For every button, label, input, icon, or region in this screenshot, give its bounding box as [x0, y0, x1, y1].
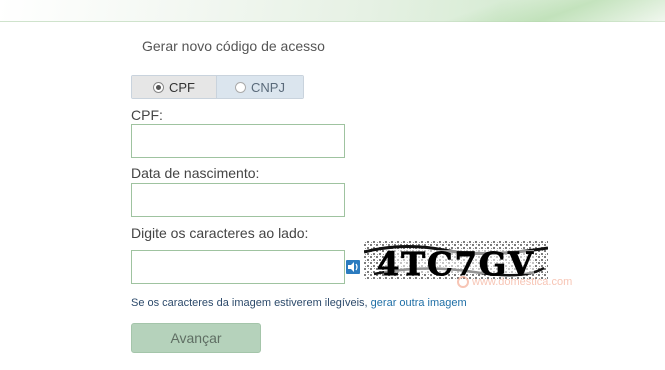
captcha-label: Digite os caracteres ao lado: — [131, 225, 309, 241]
page-title: Gerar novo código de acesso — [142, 38, 325, 54]
header-banner — [0, 0, 665, 22]
watermark-logo-icon — [457, 276, 469, 288]
birthdate-input[interactable] — [131, 183, 345, 217]
cpf-input[interactable] — [131, 124, 345, 158]
submit-button[interactable]: Avançar — [131, 323, 261, 353]
radio-checked-icon — [153, 81, 164, 93]
speaker-icon[interactable] — [346, 260, 360, 274]
watermark: www.domestica.com — [457, 276, 572, 288]
banner-decoration — [405, 0, 665, 22]
cpf-label: CPF: — [131, 107, 163, 123]
refresh-captcha-link[interactable]: gerar outra imagem — [371, 297, 467, 309]
radio-unchecked-icon — [235, 81, 247, 93]
person-type-selector: CPF CNPJ — [131, 75, 304, 99]
birthdate-label: Data de nascimento: — [131, 165, 260, 181]
captcha-hint-text: Se os caracteres da imagem estiverem ile… — [131, 297, 368, 309]
captcha-input[interactable] — [131, 250, 345, 284]
cpf-radio-label: CPF — [169, 79, 195, 95]
cpf-radio-option[interactable]: CPF — [132, 76, 217, 98]
cnpj-radio-label: CNPJ — [251, 79, 285, 95]
cnpj-radio-option[interactable]: CNPJ — [217, 76, 303, 98]
captcha-hint: Se os caracteres da imagem estiverem ile… — [131, 297, 467, 309]
watermark-text: www.domestica.com — [472, 276, 573, 288]
